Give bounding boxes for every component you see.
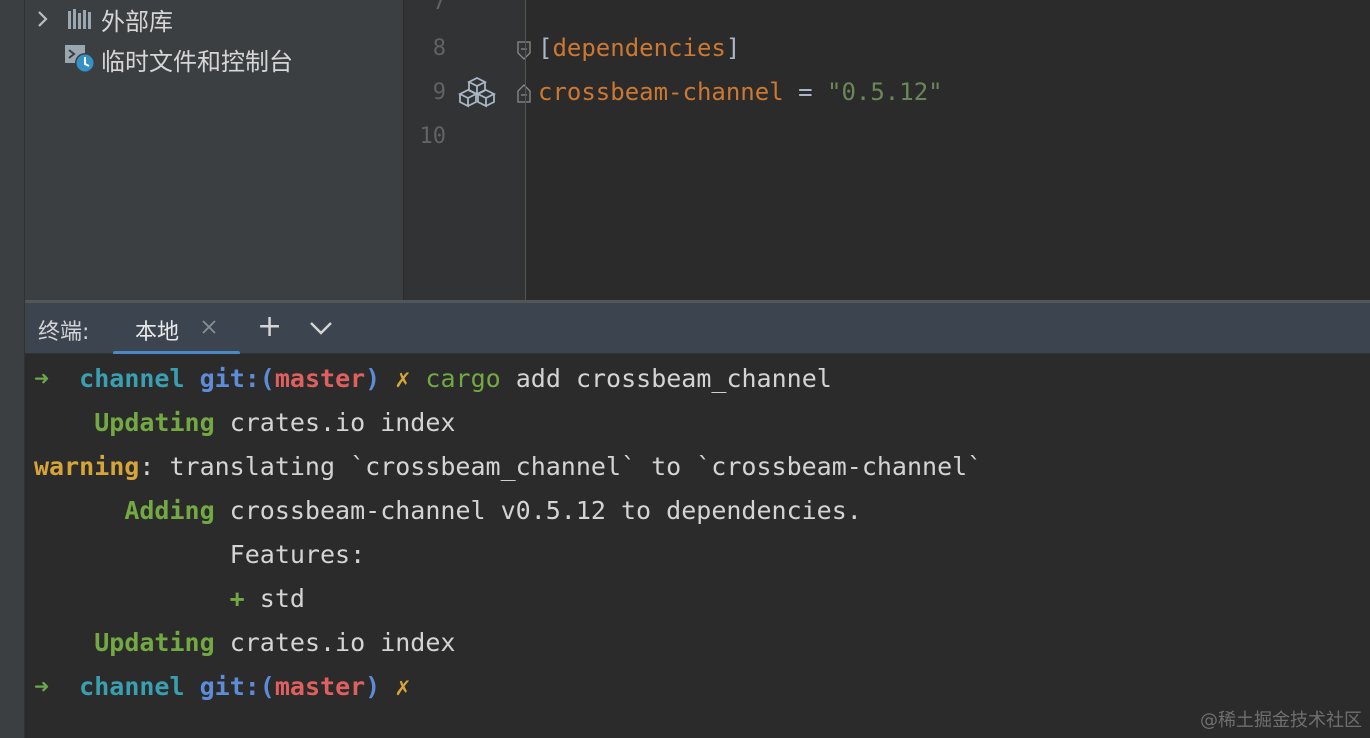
terminal-line-prompt: ➜ channel git:(master) ✗ <box>34 672 411 701</box>
terminal-line: Updating crates.io index <box>94 408 456 437</box>
line-number: 10 <box>419 124 447 149</box>
tree-item-label: 临时文件和控制台 <box>101 47 293 76</box>
code-line-9[interactable]: crossbeam-channel = "0.5.12" <box>538 78 943 106</box>
toml-string-value: "0.5.12" <box>827 78 943 106</box>
dirty-mark-icon: ✗ <box>395 672 411 701</box>
prompt-arrow-icon: ➜ <box>34 364 50 393</box>
code-editor[interactable]: 7 8 9 10 [dependencies] crossbeam-channe… <box>404 0 1370 300</box>
tree-item-label: 外部库 <box>101 7 173 36</box>
code-line-8[interactable]: [dependencies] <box>538 34 740 62</box>
chevron-right-icon[interactable] <box>37 10 63 28</box>
line-number: 8 <box>432 36 446 61</box>
left-tool-strip <box>0 0 25 738</box>
toml-section-name: dependencies <box>552 34 726 62</box>
crate-dependency-icon[interactable] <box>457 76 497 112</box>
terminal-title: 终端: <box>38 320 90 345</box>
project-tree-panel: 外部库 临时文件和控制台 <box>25 0 403 300</box>
terminal-line: Features: <box>229 540 366 569</box>
terminal-output[interactable]: ➜ channel git:(master) ✗ cargo add cross… <box>25 354 1370 738</box>
chevron-down-icon[interactable] <box>309 320 333 340</box>
terminal-tab-bar: 终端: 本地 + <box>25 303 1370 355</box>
line-number: 7 <box>432 0 446 15</box>
tab-label: 本地 <box>135 320 180 345</box>
new-tab-button[interactable]: + <box>257 309 282 344</box>
fold-end-icon[interactable] <box>517 82 531 103</box>
dirty-mark-icon: ✗ <box>395 364 411 393</box>
watermark: @稀土掘金技术社区 <box>1200 710 1362 731</box>
terminal-line: + std <box>229 584 305 613</box>
tab-local[interactable]: 本地 <box>113 303 240 355</box>
scratches-console-icon <box>63 44 97 74</box>
terminal-line-warning: warning: translating `crossbeam_channel`… <box>34 452 983 481</box>
terminal-line: Updating crates.io index <box>94 628 456 657</box>
terminal-line-prompt: ➜ channel git:(master) ✗ cargo add cross… <box>34 364 832 393</box>
tree-item-scratches-console[interactable]: 临时文件和控制台 <box>25 42 293 76</box>
toml-key: crossbeam-channel <box>538 78 784 106</box>
tree-item-external-libraries[interactable]: 外部库 <box>25 2 173 36</box>
prompt-arrow-icon: ➜ <box>34 672 50 701</box>
terminal-line: Adding crossbeam-channel v0.5.12 to depe… <box>124 496 862 525</box>
fold-start-icon[interactable] <box>517 40 531 60</box>
library-icon <box>63 4 97 34</box>
close-icon[interactable] <box>201 319 217 339</box>
line-number: 9 <box>432 80 446 105</box>
editor-gutter: 7 8 9 10 <box>404 0 531 300</box>
